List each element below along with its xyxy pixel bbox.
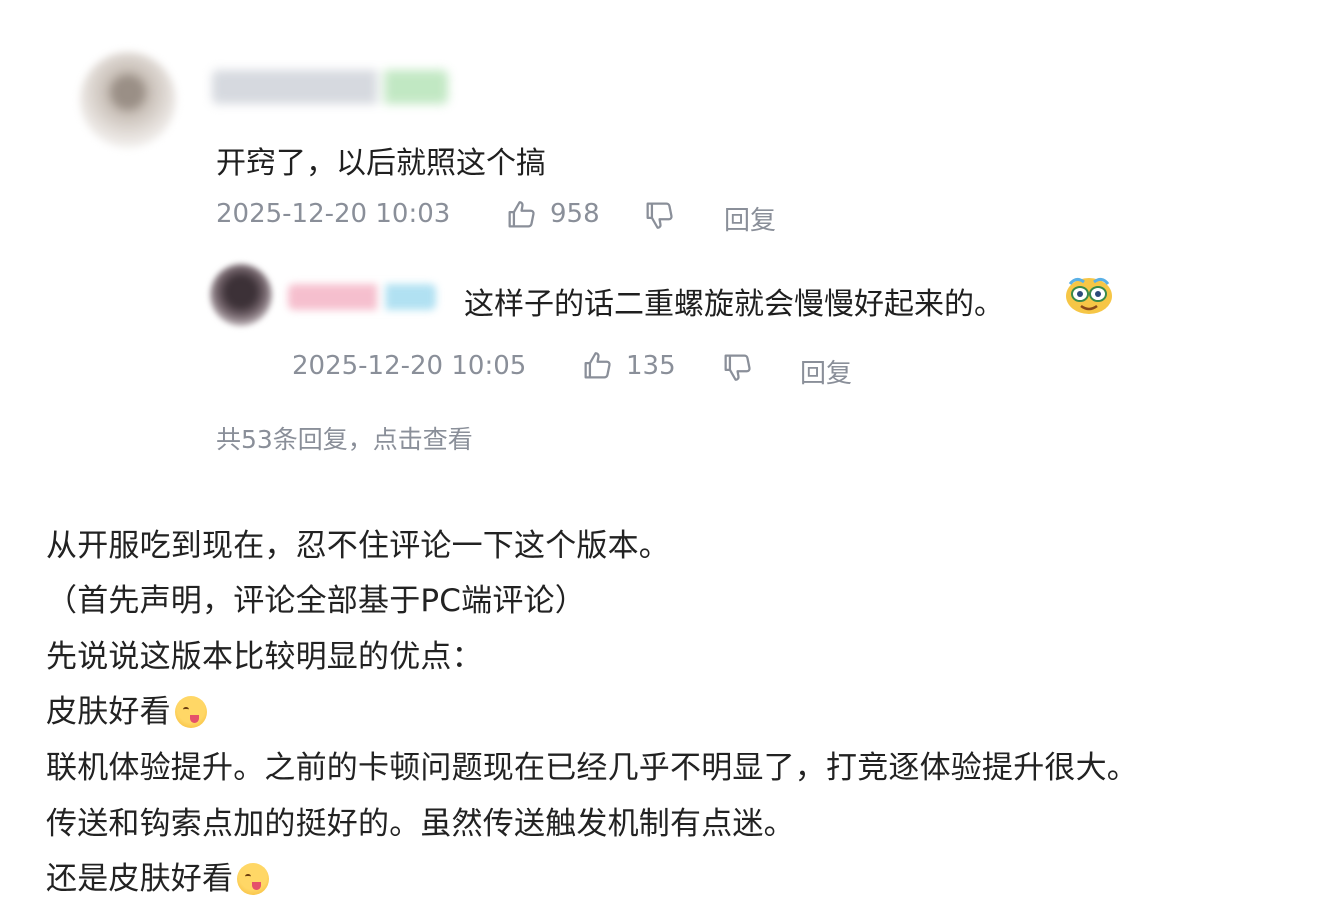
article-line-with-emoji: 皮肤好看 <box>46 686 207 731</box>
article-line-with-emoji: 还是皮肤好看 <box>46 853 270 898</box>
main-comment-like-count: 958 <box>550 199 600 229</box>
reply-comment-reply-button[interactable]: 回复 <box>800 353 852 390</box>
thumbs-down-icon[interactable] <box>642 198 676 232</box>
yum-face-emoji-icon <box>237 863 270 895</box>
article-line-text: 还是皮肤好看 <box>46 861 234 897</box>
thumbs-down-icon[interactable] <box>720 350 754 384</box>
main-comment-text: 开窍了，以后就照这个搞 <box>216 146 546 181</box>
article-line: 联机体验提升。之前的卡顿问题现在已经几乎不明显了，打竞逐体验提升很大。 <box>46 750 1138 786</box>
reply-comment-text: 这样子的话二重螺旋就会慢慢好起来的。 <box>464 287 1004 322</box>
article-line: 先说说这版本比较明显的优点： <box>46 639 483 675</box>
reply-comment-like-count: 135 <box>626 351 676 381</box>
thumbs-up-icon[interactable] <box>504 198 538 232</box>
commenter-avatar[interactable] <box>80 52 176 148</box>
reply-avatar[interactable] <box>210 264 272 326</box>
yum-face-emoji-icon <box>174 696 207 728</box>
crying-laughing-sticker-icon <box>1064 272 1114 316</box>
commenter-username[interactable] <box>212 70 448 104</box>
article-line: 传送和钩索点加的挺好的。虽然传送触发机制有点迷。 <box>46 806 795 842</box>
reply-comment-timestamp: 2025-12-20 10:05 <box>292 351 527 381</box>
article-line: （首先声明，评论全部基于PC端评论） <box>46 583 586 619</box>
view-all-replies-link[interactable]: 共53条回复，点击查看 <box>216 420 473 456</box>
main-comment-reply-button[interactable]: 回复 <box>724 200 776 237</box>
reply-username[interactable] <box>288 284 436 310</box>
thumbs-up-icon[interactable] <box>580 349 614 383</box>
article-line-text: 皮肤好看 <box>46 694 171 730</box>
article-line: 从开服吃到现在，忍不住评论一下这个版本。 <box>46 528 670 564</box>
main-comment-timestamp: 2025-12-20 10:03 <box>216 199 451 229</box>
